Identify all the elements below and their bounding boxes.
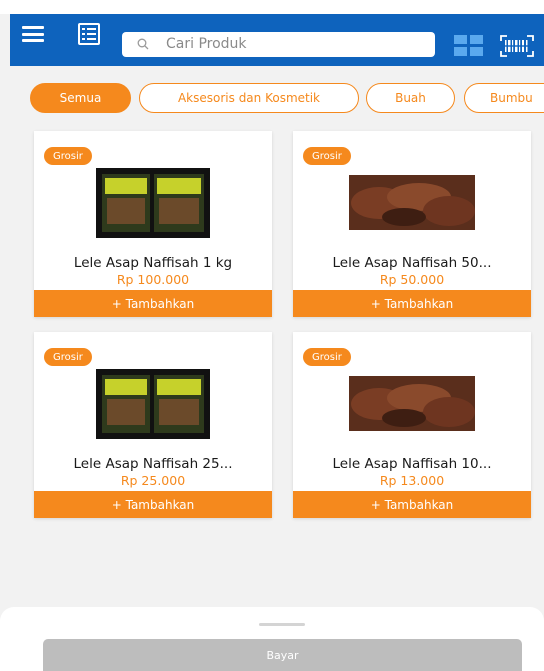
product-card[interactable]: Grosir Lele Asap Naffisah 25... Rp 25.00… (34, 332, 272, 518)
add-to-cart-button[interactable]: + Tambahkan (34, 290, 272, 317)
add-to-cart-button[interactable]: + Tambahkan (293, 290, 531, 317)
list-icon[interactable] (78, 23, 100, 45)
grosir-badge: Grosir (303, 348, 351, 366)
search-placeholder: Cari Produk (166, 36, 247, 52)
grid-view-icon[interactable] (454, 35, 484, 56)
product-image (349, 376, 475, 431)
product-card[interactable]: Grosir Lele Asap Naffisah 50... Rp 50.00… (293, 131, 531, 317)
search-input[interactable]: Cari Produk (122, 32, 435, 57)
sheet-drag-handle[interactable] (259, 623, 305, 626)
product-price: Rp 100.000 (116, 272, 190, 287)
grosir-badge: Grosir (303, 147, 351, 165)
product-name: Lele Asap Naffisah 1 kg (73, 255, 233, 271)
add-to-cart-button[interactable]: + Tambahkan (293, 491, 531, 518)
product-image (96, 168, 210, 238)
product-name: Lele Asap Naffisah 25... (73, 456, 233, 472)
chip-semua[interactable]: Semua (30, 83, 131, 113)
grosir-badge: Grosir (44, 348, 92, 366)
menu-icon[interactable] (22, 26, 44, 42)
chip-bumbu[interactable]: Bumbu (464, 83, 544, 113)
category-chips: Semua Aksesoris dan Kosmetik Buah Bumbu (30, 83, 544, 113)
product-name: Lele Asap Naffisah 10... (332, 456, 492, 472)
barcode-scan-icon[interactable] (500, 35, 534, 57)
chip-buah[interactable]: Buah (366, 83, 455, 113)
product-price: Rp 13.000 (379, 473, 445, 488)
status-strip (0, 0, 544, 14)
product-card[interactable]: Grosir Lele Asap Naffisah 10... Rp 13.00… (293, 332, 531, 518)
add-to-cart-button[interactable]: + Tambahkan (34, 491, 272, 518)
product-card[interactable]: Grosir Lele Asap Naffisah 1 kg Rp 100.00… (34, 131, 272, 317)
product-image (96, 369, 210, 439)
product-price: Rp 50.000 (379, 272, 445, 287)
pay-button[interactable]: Bayar (43, 639, 522, 671)
product-image (349, 175, 475, 230)
chip-aksesoris-dan-kosmetik[interactable]: Aksesoris dan Kosmetik (139, 83, 359, 113)
product-name: Lele Asap Naffisah 50... (332, 255, 492, 271)
search-icon (137, 38, 149, 50)
grosir-badge: Grosir (44, 147, 92, 165)
product-price: Rp 25.000 (120, 473, 186, 488)
